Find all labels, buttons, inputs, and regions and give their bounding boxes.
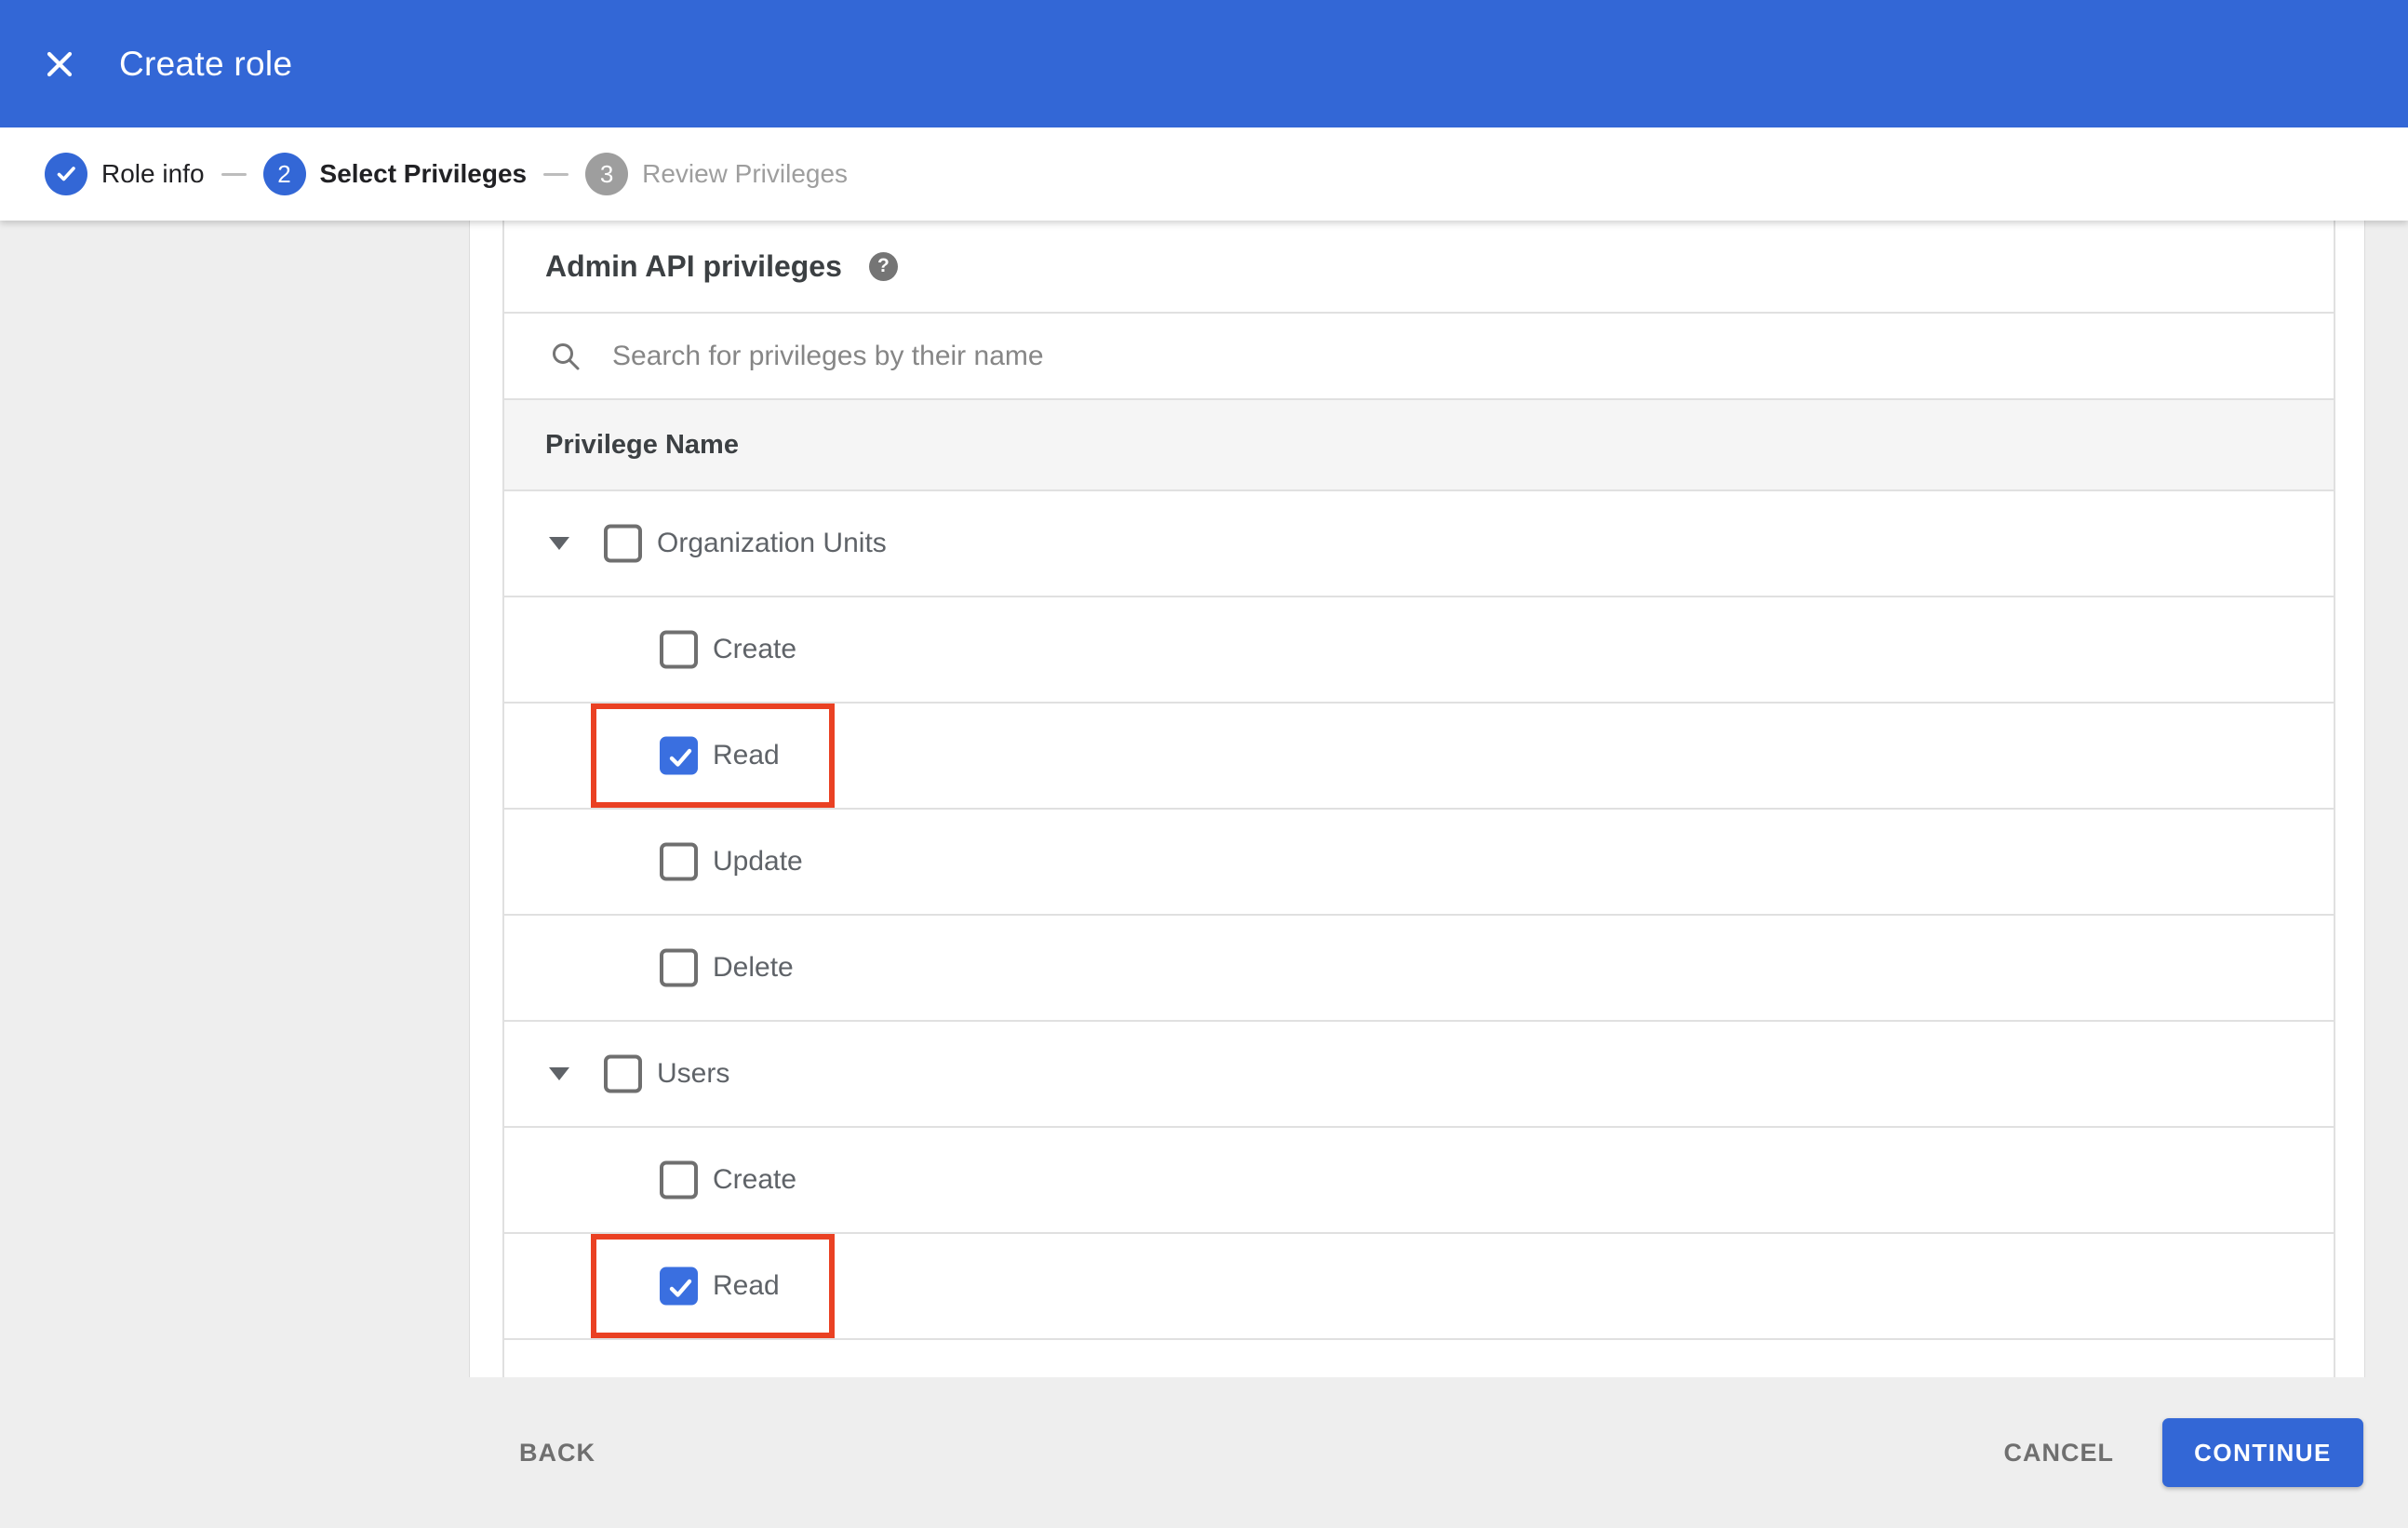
step-3-indicator: 3 xyxy=(585,153,629,195)
step-review-privileges[interactable]: 3 Review Privileges xyxy=(585,153,848,195)
expand-arrow-icon[interactable] xyxy=(549,537,569,550)
column-header-privilege-name: Privilege Name xyxy=(545,429,739,460)
privilege-row-organization-units: Organization Units xyxy=(504,491,2334,597)
checkbox-delete[interactable] xyxy=(660,948,698,987)
step-1-label: Role info xyxy=(101,159,205,188)
create-role-dialog: Create role Role info 2 Select Privilege… xyxy=(0,0,2408,1528)
privilege-rows: Organization Units Create Read Update De… xyxy=(504,491,2334,1340)
search-icon xyxy=(553,342,580,369)
step-2-label: Select Privileges xyxy=(319,159,528,188)
step-connector xyxy=(221,172,247,176)
page-background: Admin API privileges ? Privilege Name xyxy=(0,221,2408,1528)
privilege-label: Update xyxy=(713,846,803,877)
checkbox-users[interactable] xyxy=(604,1054,642,1093)
back-button[interactable]: BACK xyxy=(519,1439,595,1468)
annotation-highlight-box xyxy=(591,704,835,808)
section-header: Admin API privileges ? xyxy=(504,221,2334,314)
step-1-check-icon xyxy=(45,153,87,195)
step-select-privileges[interactable]: 2 Select Privileges xyxy=(262,153,528,195)
checkbox-create[interactable] xyxy=(660,1160,698,1200)
search-input[interactable] xyxy=(610,339,2296,373)
section-heading: Admin API privileges xyxy=(545,248,842,283)
privilege-label: Delete xyxy=(713,952,794,983)
privilege-row-read: Read xyxy=(504,1234,2334,1340)
privilege-row-delete: Delete xyxy=(504,916,2334,1022)
checkbox-create[interactable] xyxy=(660,630,698,669)
footer-bar: BACK CANCEL CONTINUE xyxy=(0,1377,2408,1528)
app-bar: Create role xyxy=(0,0,2408,127)
step-2-indicator: 2 xyxy=(262,153,306,195)
privilege-label: Users xyxy=(657,1058,730,1089)
cancel-button[interactable]: CANCEL xyxy=(2004,1439,2115,1468)
privilege-label: Organization Units xyxy=(657,528,887,558)
annotation-highlight-box xyxy=(591,1234,835,1338)
stepper: Role info 2 Select Privileges 3 Review P… xyxy=(0,127,2408,221)
privilege-row-read: Read xyxy=(504,704,2334,810)
close-icon[interactable] xyxy=(43,47,76,81)
step-role-info[interactable]: Role info xyxy=(45,153,205,195)
step-connector xyxy=(543,172,569,176)
privilege-label: Create xyxy=(713,1164,797,1195)
privilege-search-bar xyxy=(504,314,2334,400)
expand-arrow-icon[interactable] xyxy=(549,1067,569,1080)
footer-actions: CANCEL CONTINUE xyxy=(2004,1418,2363,1487)
checkbox-organization-units[interactable] xyxy=(604,524,642,563)
continue-button[interactable]: CONTINUE xyxy=(2162,1418,2363,1487)
privileges-card: Admin API privileges ? Privilege Name xyxy=(469,221,2365,1528)
privilege-label: Create xyxy=(713,634,797,664)
privileges-table: Admin API privileges ? Privilege Name xyxy=(502,221,2335,1528)
privilege-row-update: Update xyxy=(504,810,2334,916)
privilege-row-create: Create xyxy=(504,1128,2334,1234)
help-icon[interactable]: ? xyxy=(868,251,898,281)
step-3-label: Review Privileges xyxy=(642,159,849,188)
dialog-title: Create role xyxy=(119,44,293,83)
checkbox-update[interactable] xyxy=(660,842,698,881)
privilege-row-users: Users xyxy=(504,1022,2334,1128)
table-header-row: Privilege Name xyxy=(504,400,2334,491)
privilege-row-create: Create xyxy=(504,597,2334,704)
